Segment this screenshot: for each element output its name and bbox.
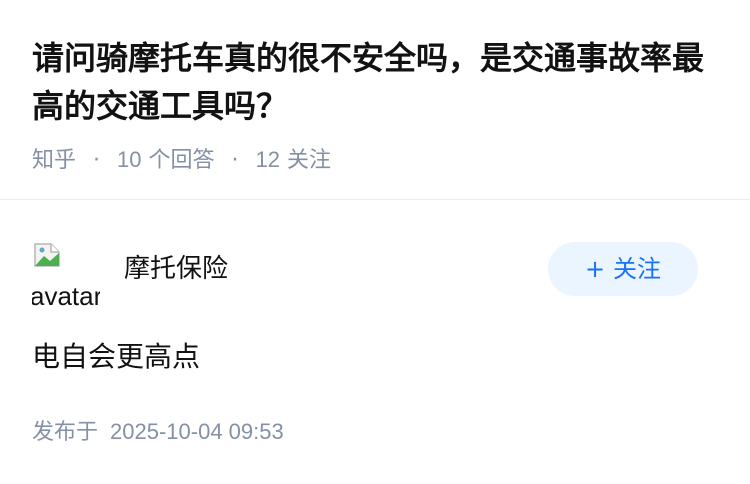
broken-image-icon xyxy=(34,243,60,267)
followers-count: 12 xyxy=(255,147,280,172)
answer-published-time: 发布于 2025-10-04 09:53 xyxy=(32,416,284,449)
question-title[interactable]: 请问骑摩托车真的很不安全吗，是交通事故率最高的交通工具吗？ xyxy=(32,34,722,130)
avatar[interactable]: avatar xyxy=(32,239,100,307)
avatar-alt-text: avatar xyxy=(32,281,100,307)
meta-separator: · xyxy=(231,148,239,173)
followers-label: 关注 xyxy=(287,148,332,173)
published-label: 发布于 xyxy=(32,420,99,445)
published-timestamp: 2025-10-04 09:53 xyxy=(110,419,284,444)
author-name[interactable]: 摩托保险 xyxy=(124,251,228,287)
question-meta: 知乎 · 10 个回答 · 12 关注 xyxy=(32,144,331,177)
answers-label: 个回答 xyxy=(148,148,215,173)
answers-count: 10 xyxy=(117,147,142,172)
follow-button-label: 关注 xyxy=(613,255,662,283)
answer-card: avatar 摩托保险 + 关注 电自会更高点 发布于 2025-10-04 09:… xyxy=(0,201,750,484)
plus-icon: + xyxy=(584,255,606,283)
follow-button[interactable]: + 关注 xyxy=(548,242,698,296)
source-label[interactable]: 知乎 xyxy=(32,148,76,173)
question-header: 请问骑摩托车真的很不安全吗，是交通事故率最高的交通工具吗？ 知乎 · 10 个回… xyxy=(0,0,750,200)
meta-separator: · xyxy=(93,148,101,173)
answer-content: 电自会更高点 xyxy=(32,340,201,373)
